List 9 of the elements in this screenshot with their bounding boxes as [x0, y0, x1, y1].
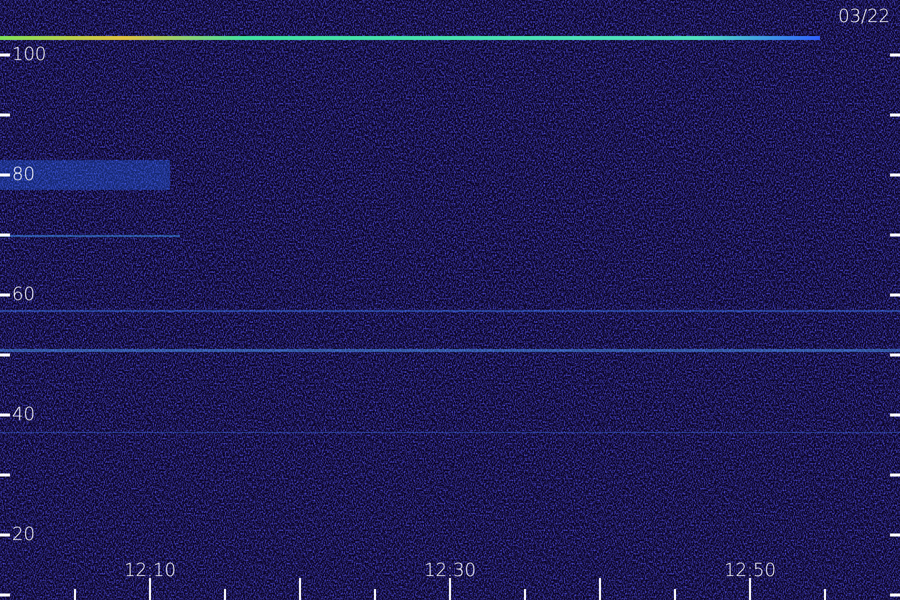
frequency-label: 20	[12, 524, 35, 546]
frequency-label: 60	[12, 284, 35, 306]
time-label: 12:30	[423, 560, 477, 582]
time-label: 12:50	[723, 560, 777, 582]
date-label: 03/22	[838, 6, 890, 28]
frequency-label: 80	[12, 164, 35, 186]
time-label: 12:10	[123, 560, 177, 582]
frequency-label: 100	[12, 44, 46, 66]
frequency-label: 40	[12, 404, 35, 426]
